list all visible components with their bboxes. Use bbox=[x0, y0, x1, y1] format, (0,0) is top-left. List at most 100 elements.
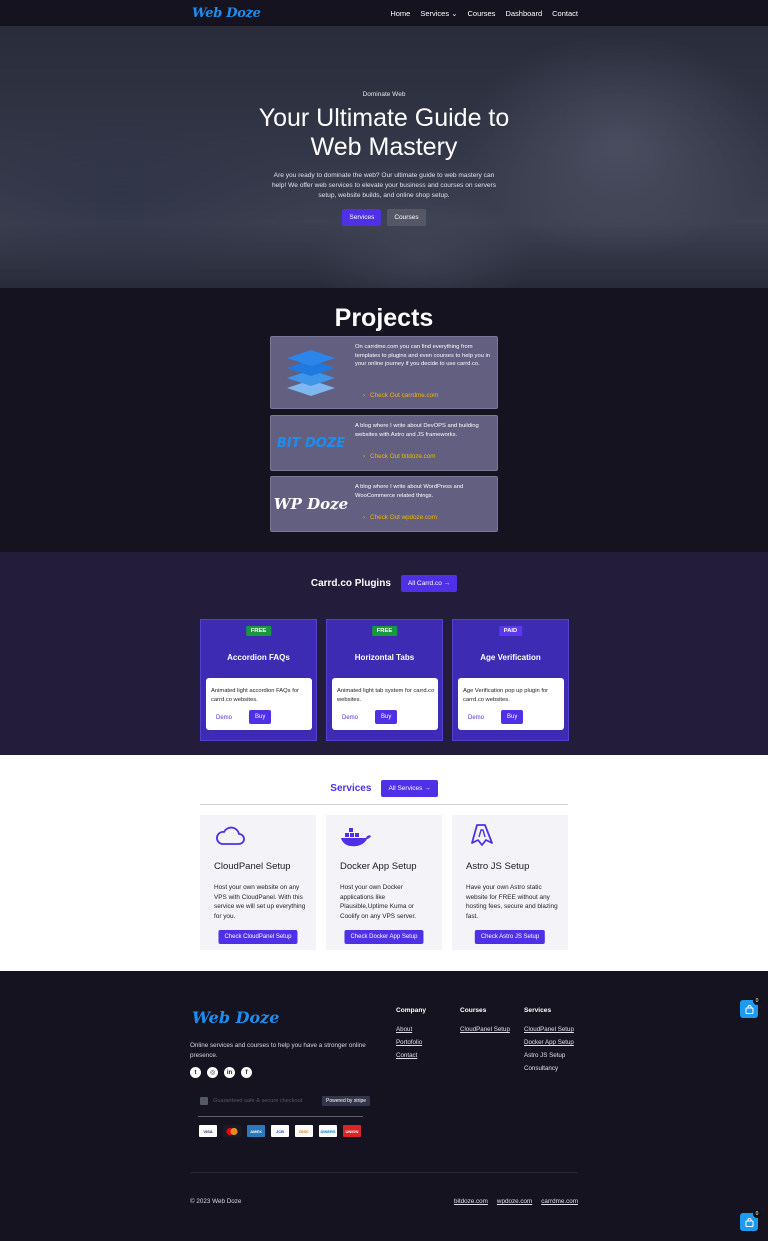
footer-link-cloudpanel-course[interactable]: CloudPanel Setup bbox=[460, 1026, 510, 1033]
footer-text-astro-setup: Astro JS Setup bbox=[524, 1052, 566, 1059]
all-services-button[interactable]: All Services → bbox=[381, 780, 438, 797]
secure-checkout: Guaranteed safe & secure checkout bbox=[200, 1097, 302, 1105]
footer-link-bitdoze[interactable]: bitdoze.com bbox=[454, 1198, 488, 1205]
visa-icon: VISA bbox=[199, 1125, 217, 1137]
project-description: A blog where I write about DevOPS and bu… bbox=[355, 423, 479, 438]
project-card-bitdoze: BIT DOZE A blog where I write about DevO… bbox=[270, 415, 498, 471]
nav-dashboard[interactable]: Dashboard bbox=[505, 9, 542, 18]
demo-link[interactable]: Demo bbox=[216, 715, 232, 721]
service-card-docker: Docker App Setup Host your own Docker ap… bbox=[326, 815, 442, 950]
project-link-label: Check Out bitdoze.com bbox=[370, 453, 436, 460]
service-title: Docker App Setup bbox=[340, 861, 417, 872]
project-link-wpdoze[interactable]: › Check Out wpdoze.com bbox=[363, 514, 437, 521]
check-docker-button[interactable]: Check Docker App Setup bbox=[344, 930, 424, 944]
cart-button-bottom[interactable]: 0 bbox=[740, 1210, 761, 1231]
all-carrd-button[interactable]: All Carrd.co → bbox=[400, 575, 458, 592]
lock-icon bbox=[200, 1097, 208, 1105]
status-badge: FREE bbox=[371, 626, 398, 636]
cart-count-badge: 0 bbox=[753, 1210, 761, 1218]
buy-button[interactable]: Buy bbox=[501, 710, 524, 724]
plugin-card-age: PAID Age Verification Age Verification p… bbox=[452, 619, 569, 741]
plugin-description: Animated light tab system for carrd.co w… bbox=[337, 688, 435, 703]
footer-link-carrdme[interactable]: carrdme.com bbox=[541, 1198, 578, 1205]
service-description: Have your own Astro static website for F… bbox=[466, 884, 558, 921]
nav-contact[interactable]: Contact bbox=[552, 9, 578, 18]
project-link-label: Check Out carrdme.com bbox=[370, 392, 439, 399]
footer-column-services: Services CloudPanel Setup Docker App Set… bbox=[524, 1007, 574, 1078]
demo-link[interactable]: Demo bbox=[468, 715, 484, 721]
wpdoze-logo: WP Doze bbox=[271, 477, 351, 531]
site-logo[interactable]: Web Doze bbox=[192, 6, 261, 21]
plugin-info: Age Verification pop up plugin for carrd… bbox=[458, 678, 564, 730]
footer-column-courses: Courses CloudPanel Setup bbox=[460, 1007, 510, 1039]
services-header: Services All Services → bbox=[0, 780, 768, 797]
footer-link-about[interactable]: About bbox=[396, 1026, 426, 1033]
instagram-icon[interactable]: ◎ bbox=[207, 1067, 218, 1078]
nav-services[interactable]: Services ⌄ bbox=[420, 9, 457, 18]
plugin-card-tabs: FREE Horizontal Tabs Animated light tab … bbox=[326, 619, 443, 741]
service-card-astro: Astro JS Setup Have your own Astro stati… bbox=[452, 815, 568, 950]
project-description: A blog where I write about WordPress and… bbox=[355, 484, 464, 499]
discover-icon: DISC bbox=[295, 1125, 313, 1137]
status-badge: FREE bbox=[245, 626, 272, 636]
chevron-right-icon: › bbox=[363, 453, 366, 460]
top-navigation: Web Doze Home Services ⌄ Courses Dashboa… bbox=[0, 0, 768, 26]
project-link-label: Check Out wpdoze.com bbox=[370, 514, 437, 521]
project-link-carrdme[interactable]: › Check Out carrdme.com bbox=[363, 392, 438, 399]
column-heading: Services bbox=[524, 1007, 552, 1014]
check-astro-button[interactable]: Check Astro JS Setup bbox=[474, 930, 546, 944]
project-card-wpdoze: WP Doze A blog where I write about WordP… bbox=[270, 476, 498, 532]
hero-section: Dominate Web Your Ultimate Guide to Web … bbox=[0, 26, 768, 288]
service-description: Host your own Docker applications like P… bbox=[340, 884, 417, 921]
twitter-icon[interactable]: t bbox=[190, 1067, 201, 1078]
project-link-bitdoze[interactable]: › Check Out bitdoze.com bbox=[363, 453, 436, 460]
diners-icon: DINERS bbox=[319, 1125, 337, 1137]
footer-link-contact[interactable]: Contact bbox=[396, 1052, 426, 1059]
plugin-info: Animated light accordion FAQs for carrd.… bbox=[206, 678, 312, 730]
footer-link-docker-setup[interactable]: Docker App Setup bbox=[524, 1039, 574, 1046]
plugin-name: Horizontal Tabs bbox=[354, 653, 415, 662]
footer-link-cloudpanel-setup[interactable]: CloudPanel Setup bbox=[524, 1026, 574, 1033]
unionpay-icon: UNION bbox=[343, 1125, 361, 1137]
plugin-card-accordion: FREE Accordion FAQs Animated light accor… bbox=[200, 619, 317, 741]
column-heading: Company bbox=[396, 1007, 427, 1014]
footer-column-company: Company About Portofolio Contact bbox=[396, 1007, 426, 1065]
hero-buttons: Services Courses bbox=[0, 209, 768, 226]
divider bbox=[198, 1116, 363, 1117]
demo-link[interactable]: Demo bbox=[342, 715, 358, 721]
project-description: On carrdme.com you can find everything f… bbox=[355, 344, 491, 368]
plugins-section: Carrd.co Plugins All Carrd.co → FREE Acc… bbox=[0, 552, 768, 755]
buy-button[interactable]: Buy bbox=[375, 710, 398, 724]
hero-description: Are you ready to dominate the web? Our u… bbox=[271, 172, 497, 199]
divider bbox=[190, 1172, 578, 1173]
services-section: Services All Services → CloudPanel Setup… bbox=[0, 755, 768, 971]
facebook-icon[interactable]: f bbox=[241, 1067, 252, 1078]
footer-link-wpdoze[interactable]: wpdoze.com bbox=[497, 1198, 532, 1205]
footer-logo[interactable]: Web Doze bbox=[192, 1008, 279, 1027]
linkedin-icon[interactable]: in bbox=[224, 1067, 235, 1078]
plugin-name: Accordion FAQs bbox=[227, 653, 290, 662]
services-title: Services bbox=[330, 783, 372, 794]
nav-home[interactable]: Home bbox=[390, 9, 410, 18]
carrdme-stack-logo bbox=[271, 337, 351, 408]
hero-courses-button[interactable]: Courses bbox=[387, 209, 426, 226]
mastercard-icon bbox=[223, 1125, 241, 1137]
secure-checkout-text: Guaranteed safe & secure checkout bbox=[213, 1098, 303, 1104]
nav-courses[interactable]: Courses bbox=[468, 9, 496, 18]
plugin-info: Animated light tab system for carrd.co w… bbox=[332, 678, 438, 730]
check-cloudpanel-button[interactable]: Check CloudPanel Setup bbox=[218, 930, 298, 944]
wpdoze-logo-text: WP Doze bbox=[273, 495, 349, 513]
chevron-right-icon: › bbox=[363, 514, 366, 521]
hero-services-button[interactable]: Services bbox=[342, 209, 382, 226]
buy-button[interactable]: Buy bbox=[249, 710, 272, 724]
footer-link-portofolio[interactable]: Portofolio bbox=[396, 1039, 426, 1046]
jcb-icon: JCB bbox=[271, 1125, 289, 1137]
shopping-bag-icon bbox=[745, 1217, 753, 1227]
chevron-right-icon: › bbox=[363, 392, 366, 399]
main-menu: Home Services ⌄ Courses Dashboard Contac… bbox=[390, 9, 578, 18]
project-card-carrdme: On carrdme.com you can find everything f… bbox=[270, 336, 498, 409]
stripe-badge: Powered by stripe bbox=[322, 1096, 371, 1106]
service-title: Astro JS Setup bbox=[466, 861, 530, 872]
shopping-bag-icon bbox=[745, 1004, 753, 1014]
cart-button[interactable]: 0 bbox=[740, 997, 761, 1018]
